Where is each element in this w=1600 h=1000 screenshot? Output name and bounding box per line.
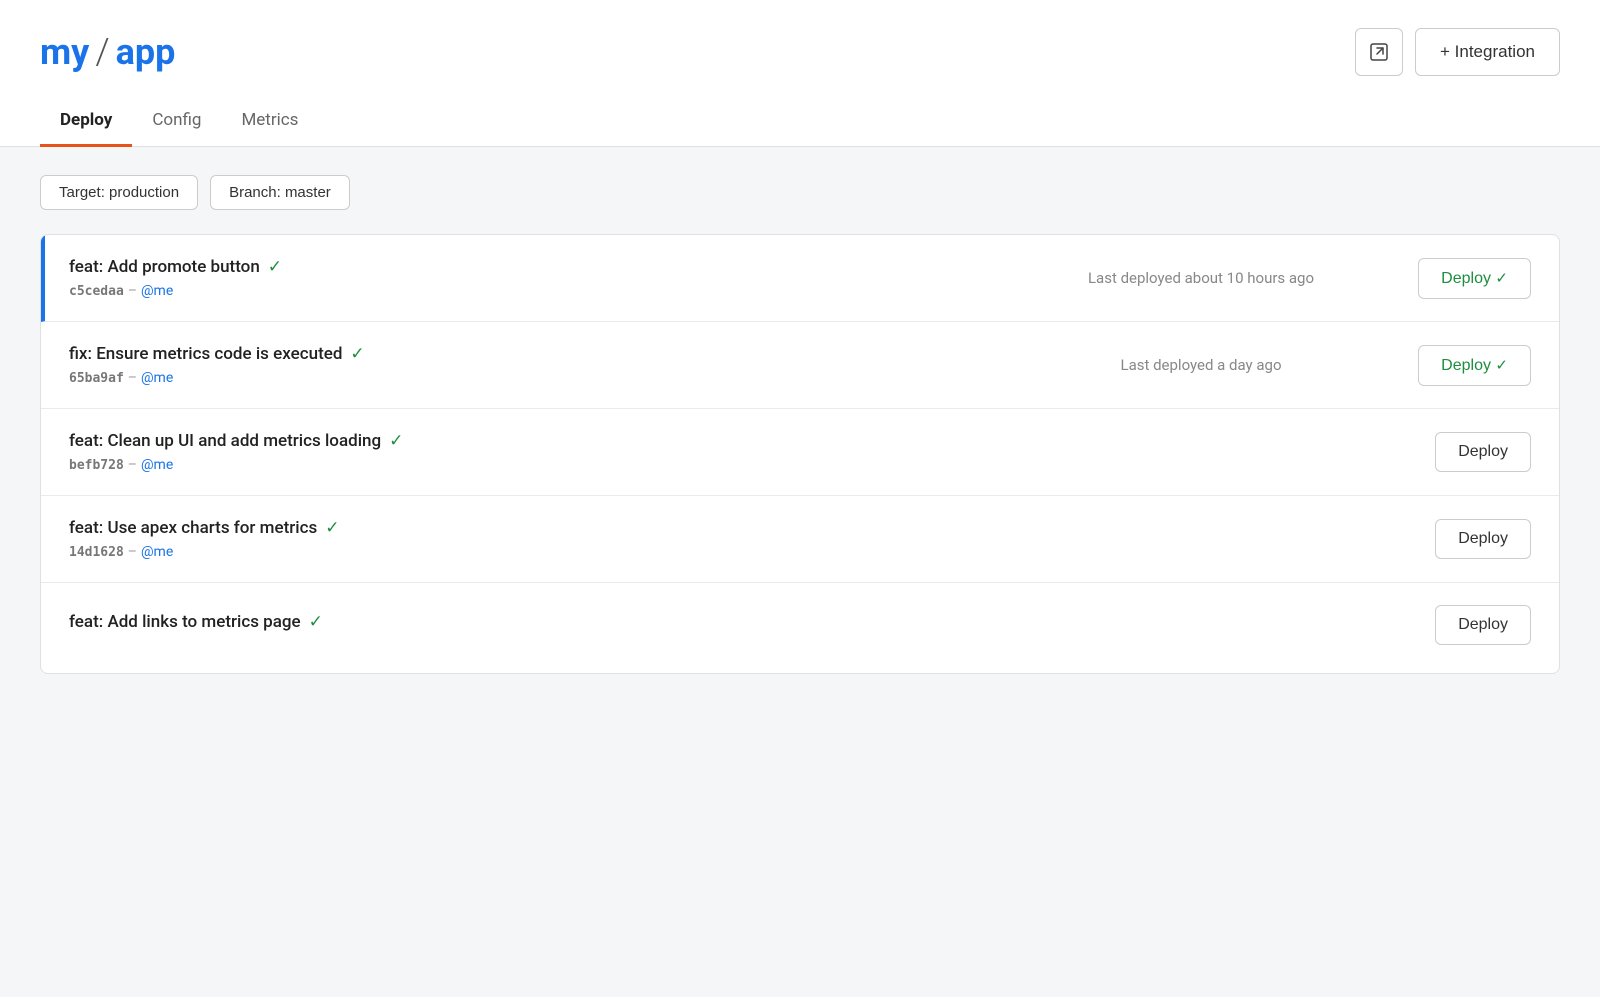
tab-metrics[interactable]: Metrics (221, 96, 318, 147)
check-icon-4: ✓ (325, 518, 339, 538)
deploy-item-2: fix: Ensure metrics code is executed ✓ 6… (41, 322, 1559, 409)
breadcrumb-my: my (40, 31, 89, 73)
tab-deploy[interactable]: Deploy (40, 96, 132, 147)
deploy-item-5-left: feat: Add links to metrics page ✓ (69, 612, 1031, 638)
filter-target[interactable]: Target: production (40, 175, 198, 210)
export-icon (1369, 42, 1389, 62)
commit-title-text-2: fix: Ensure metrics code is executed (69, 344, 342, 364)
commit-author-3[interactable]: @me (141, 457, 173, 473)
deploy-item-4-right: Deploy (1371, 519, 1531, 559)
check-icon-1: ✓ (268, 257, 282, 277)
breadcrumb: my / app (40, 31, 175, 73)
tab-config[interactable]: Config (132, 96, 221, 147)
deploy-btn-label-2: Deploy (1441, 357, 1495, 374)
commit-title-2: fix: Ensure metrics code is executed ✓ (69, 344, 1031, 364)
commit-title-text-5: feat: Add links to metrics page (69, 612, 301, 632)
commit-title-1: feat: Add promote button ✓ (69, 257, 1031, 277)
export-button[interactable] (1355, 28, 1403, 76)
check-icon-2: ✓ (350, 344, 364, 364)
deploy-button-4[interactable]: Deploy (1435, 519, 1531, 559)
commit-dash-4: – (128, 544, 137, 560)
deployed-text-2: Last deployed a day ago (1120, 356, 1281, 374)
commit-hash-3: befb728 (69, 458, 124, 473)
deploy-item-1-center: Last deployed about 10 hours ago (1031, 269, 1371, 287)
deploy-item-2-right: Deploy ✓ (1371, 345, 1531, 386)
deploy-item-3-left: feat: Clean up UI and add metrics loadin… (69, 431, 1031, 473)
deploy-item-2-left: fix: Ensure metrics code is executed ✓ 6… (69, 344, 1031, 386)
commit-hash-4: 14d1628 (69, 545, 124, 560)
header-actions: + Integration (1355, 28, 1560, 76)
deploy-item-5-right: Deploy (1371, 605, 1531, 645)
deploy-item-4: feat: Use apex charts for metrics ✓ 14d1… (41, 496, 1559, 583)
deploy-check-2: ✓ (1495, 357, 1508, 374)
commit-dash-2: – (128, 370, 137, 386)
check-icon-3: ✓ (389, 431, 403, 451)
commit-author-4[interactable]: @me (141, 544, 173, 560)
tabs: Deploy Config Metrics (40, 96, 1560, 146)
breadcrumb-app: app (116, 31, 176, 73)
deployed-text-1: Last deployed about 10 hours ago (1088, 269, 1314, 287)
commit-meta-3: befb728 – @me (69, 457, 1031, 473)
commit-author-2[interactable]: @me (141, 370, 173, 386)
deploy-btn-label-3: Deploy (1458, 443, 1508, 460)
commit-title-text-3: feat: Clean up UI and add metrics loadin… (69, 431, 381, 451)
deploy-item-3-right: Deploy (1371, 432, 1531, 472)
tabs-container: Deploy Config Metrics (0, 96, 1600, 147)
commit-meta-1: c5cedaa – @me (69, 283, 1031, 299)
commit-meta-2: 65ba9af – @me (69, 370, 1031, 386)
page-container: my / app + Integration Deploy Config Met… (0, 0, 1600, 1000)
deploy-item-5: feat: Add links to metrics page ✓ Deploy (41, 583, 1559, 673)
filters: Target: production Branch: master (40, 175, 1560, 210)
deploy-item-1-left: feat: Add promote button ✓ c5cedaa – @me (69, 257, 1031, 299)
commit-dash-1: – (128, 283, 137, 299)
deploy-item-4-left: feat: Use apex charts for metrics ✓ 14d1… (69, 518, 1031, 560)
commit-dash-3: – (128, 457, 137, 473)
commit-title-3: feat: Clean up UI and add metrics loadin… (69, 431, 1031, 451)
commit-hash-2: 65ba9af (69, 371, 124, 386)
deploy-check-1: ✓ (1495, 270, 1508, 287)
deploy-list: feat: Add promote button ✓ c5cedaa – @me… (40, 234, 1560, 674)
filter-branch[interactable]: Branch: master (210, 175, 350, 210)
deploy-button-2[interactable]: Deploy ✓ (1418, 345, 1531, 386)
commit-title-4: feat: Use apex charts for metrics ✓ (69, 518, 1031, 538)
commit-meta-4: 14d1628 – @me (69, 544, 1031, 560)
commit-title-5: feat: Add links to metrics page ✓ (69, 612, 1031, 632)
deploy-button-3[interactable]: Deploy (1435, 432, 1531, 472)
commit-hash-1: c5cedaa (69, 284, 124, 299)
content: Target: production Branch: master feat: … (0, 147, 1600, 997)
deploy-item-1: feat: Add promote button ✓ c5cedaa – @me… (41, 235, 1559, 322)
deploy-item-1-right: Deploy ✓ (1371, 258, 1531, 299)
deploy-btn-label-4: Deploy (1458, 530, 1508, 547)
commit-author-1[interactable]: @me (141, 283, 173, 299)
header: my / app + Integration (0, 0, 1600, 96)
commit-title-text-4: feat: Use apex charts for metrics (69, 518, 317, 538)
deploy-item-2-center: Last deployed a day ago (1031, 356, 1371, 374)
deploy-button-1[interactable]: Deploy ✓ (1418, 258, 1531, 299)
breadcrumb-separator: / (95, 31, 109, 73)
commit-title-text-1: feat: Add promote button (69, 257, 260, 277)
deploy-button-5[interactable]: Deploy (1435, 605, 1531, 645)
deploy-btn-label-5: Deploy (1458, 616, 1508, 633)
check-icon-5: ✓ (309, 612, 323, 632)
integration-button[interactable]: + Integration (1415, 28, 1560, 76)
deploy-item-3: feat: Clean up UI and add metrics loadin… (41, 409, 1559, 496)
deploy-btn-label-1: Deploy (1441, 270, 1495, 287)
